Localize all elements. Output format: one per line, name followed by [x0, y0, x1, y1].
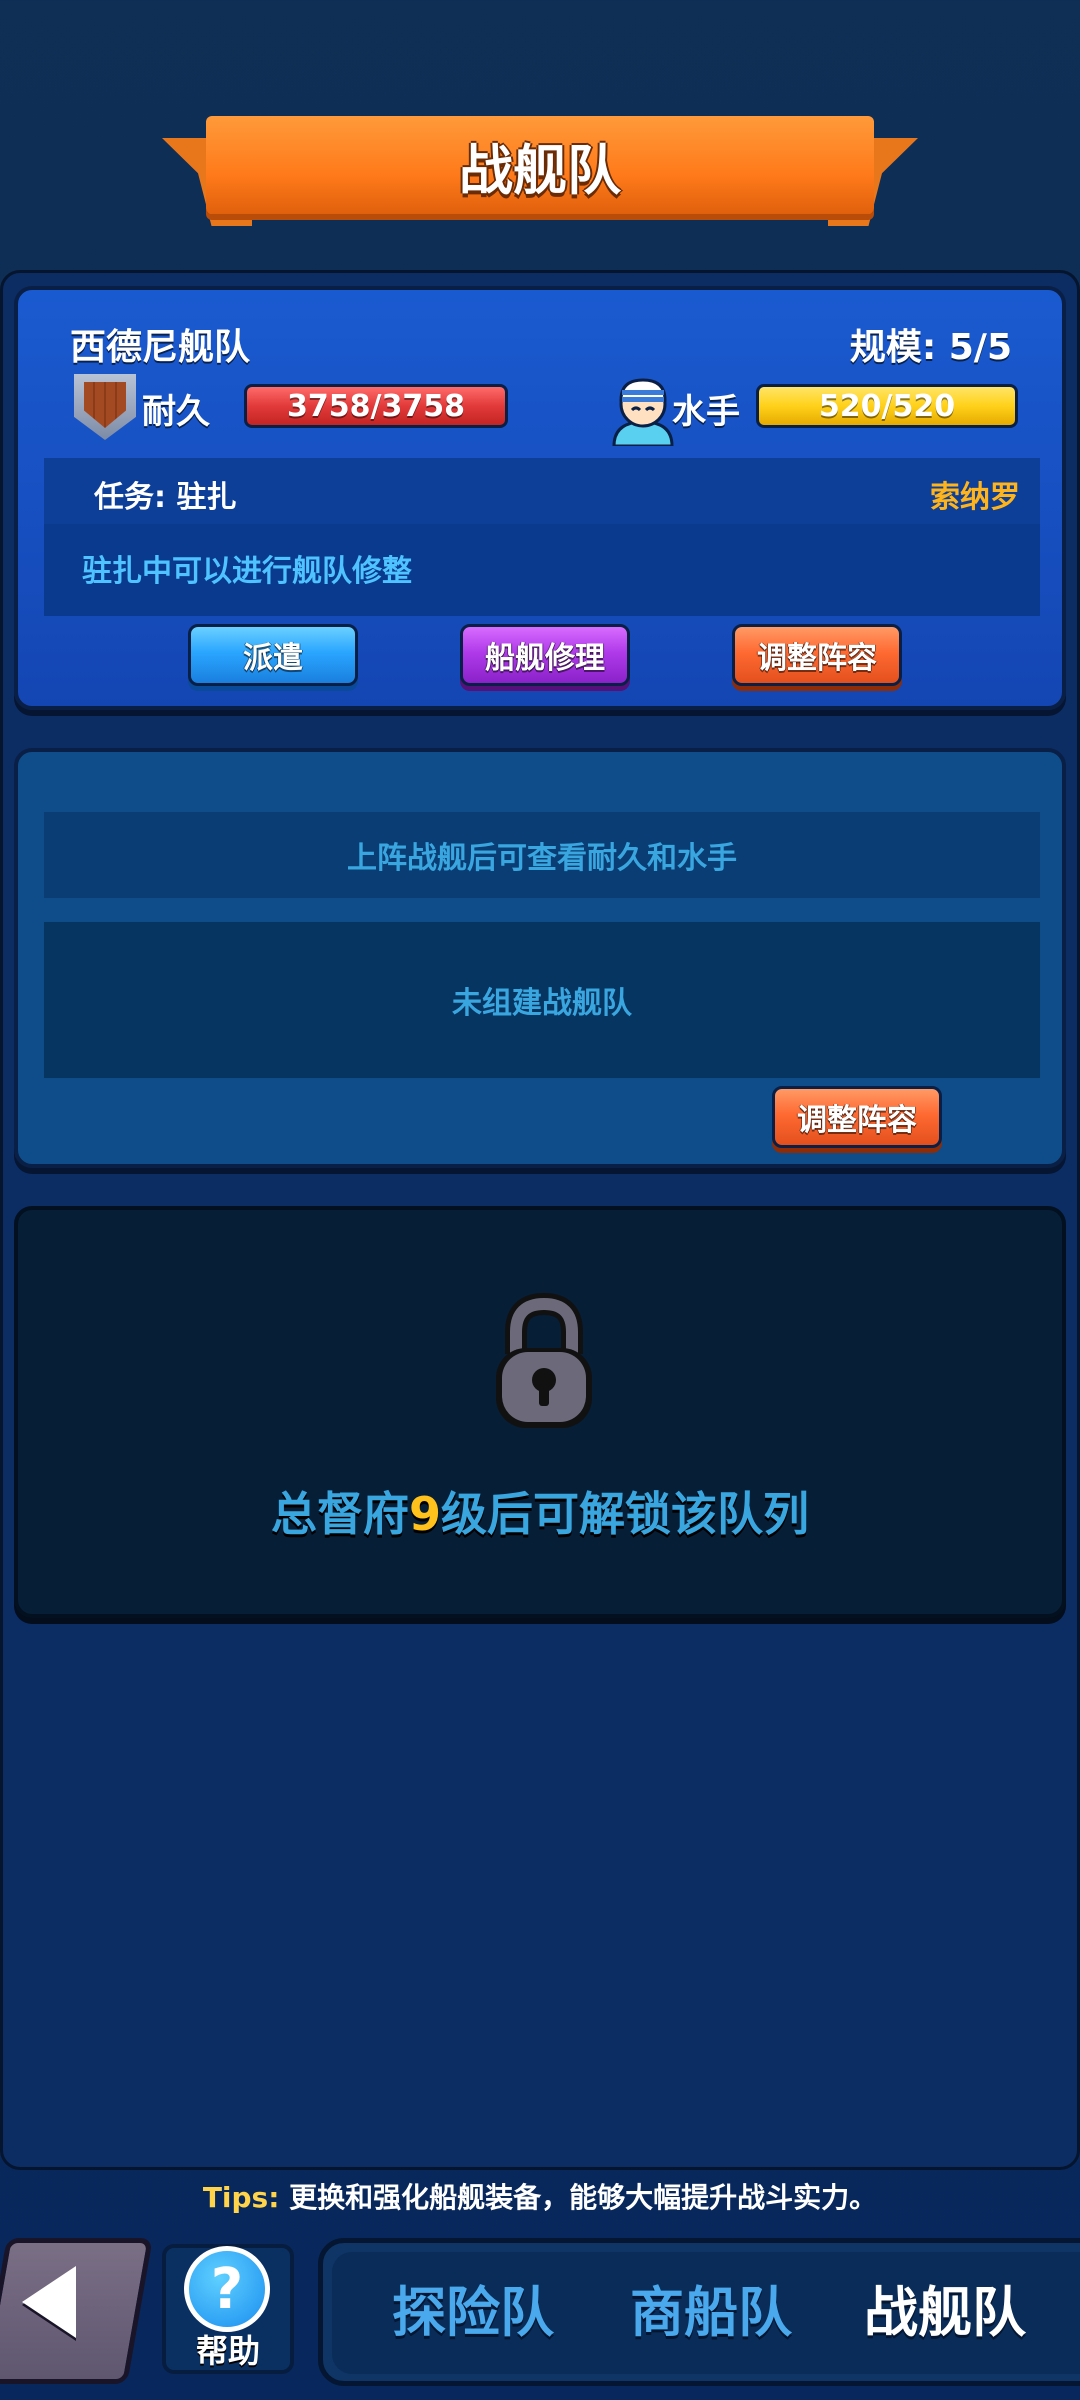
sailor-bar: 520/520: [756, 384, 1018, 428]
dispatch-button[interactable]: 派遣: [188, 624, 358, 686]
tips-key: Tips:: [202, 2181, 280, 2214]
info-strip: 上阵战舰后可查看耐久和水手: [44, 812, 1040, 898]
lock-icon: [496, 1292, 592, 1428]
durability-label: 耐久: [142, 392, 210, 432]
mission-box: 任务: 驻扎 索纳罗 驻扎中可以进行舰队修整: [44, 458, 1040, 616]
tab-expedition[interactable]: 探险队: [392, 2268, 554, 2347]
sailor-icon: [612, 378, 674, 446]
location-label: 索纳罗: [930, 480, 1020, 515]
durability-bar: 3758/3758: [244, 384, 508, 428]
unlock-suffix: 级后可解锁该队列: [441, 1487, 809, 1541]
shield-icon: [74, 374, 136, 440]
unlock-level: 9: [408, 1487, 441, 1541]
back-arrow-icon: [22, 2266, 76, 2338]
fleet-card-1: 西德尼舰队 规模: 5/5 耐久 3758/3758 水手 520/520 任务…: [14, 286, 1066, 710]
unlock-condition: 总督府9级后可解锁该队列: [18, 1478, 1062, 1544]
tips-text: 更换和强化船舰装备，能够大幅提升战斗实力。: [289, 2181, 878, 2214]
help-icon: ?: [184, 2246, 270, 2332]
title-banner: 战舰队: [206, 116, 874, 214]
adjust-lineup-button-2[interactable]: 调整阵容: [772, 1086, 942, 1148]
mission-header: 任务: 驻扎 索纳罗: [44, 458, 1040, 524]
help-label: 帮助: [195, 2332, 260, 2370]
fleet-name: 西德尼舰队: [70, 327, 251, 368]
tab-merchant[interactable]: 商船队: [630, 2268, 792, 2347]
sailor-label: 水手: [672, 392, 740, 432]
tab-warship[interactable]: 战舰队: [864, 2268, 1026, 2347]
fleet-scale: 规模: 5/5: [849, 327, 1012, 368]
mission-label: 任务: 驻扎: [94, 480, 237, 515]
locked-fleet-card: 总督府9级后可解锁该队列: [14, 1206, 1066, 1618]
mission-description: 驻扎中可以进行舰队修整: [82, 554, 412, 589]
tips-bar: Tips: 更换和强化船舰装备，能够大幅提升战斗实力。: [0, 2176, 1080, 2216]
empty-fleet-box: 未组建战舰队: [44, 922, 1040, 1078]
unlock-prefix: 总督府: [270, 1487, 409, 1541]
adjust-lineup-button[interactable]: 调整阵容: [732, 624, 902, 686]
page-title: 战舰队: [459, 138, 621, 202]
fleet-card-2: 上阵战舰后可查看耐久和水手 未组建战舰队 调整阵容: [14, 748, 1066, 1168]
repair-button[interactable]: 船舰修理: [460, 624, 630, 686]
